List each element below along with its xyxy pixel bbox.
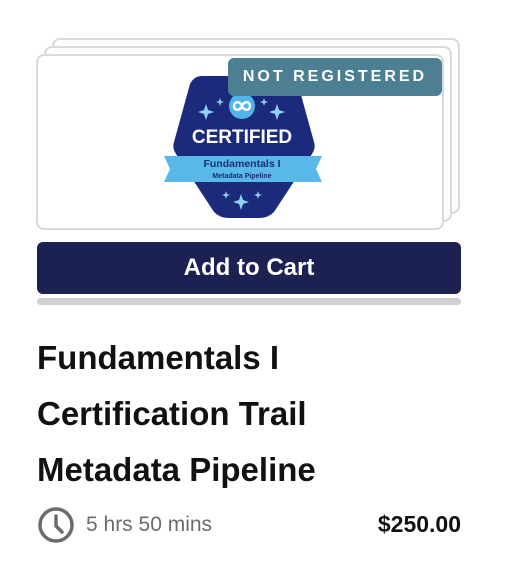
progress-track [37,298,461,305]
add-to-cart-button[interactable]: Add to Cart [37,242,461,294]
status-badge: NOT REGISTERED [228,58,442,96]
infinity-logo-icon [229,93,255,119]
badge-banner-line1: Fundamentals I [203,158,280,170]
course-title-line: Fundamentals I [37,339,280,376]
course-meta: 5 hrs 50 mins $250.00 [37,505,461,545]
course-title-line: Certification Trail [37,395,307,432]
course-title[interactable]: Fundamentals I Certification Trail Metad… [37,330,477,498]
badge-banner-line2: Metadata Pipeline [212,173,271,180]
clock-icon [38,507,74,543]
badge-heading: CERTIFIED [192,127,292,148]
course-title-line: Metadata Pipeline [37,451,316,488]
course-duration: 5 hrs 50 mins [86,513,213,536]
course-price: $250.00 [377,511,461,537]
